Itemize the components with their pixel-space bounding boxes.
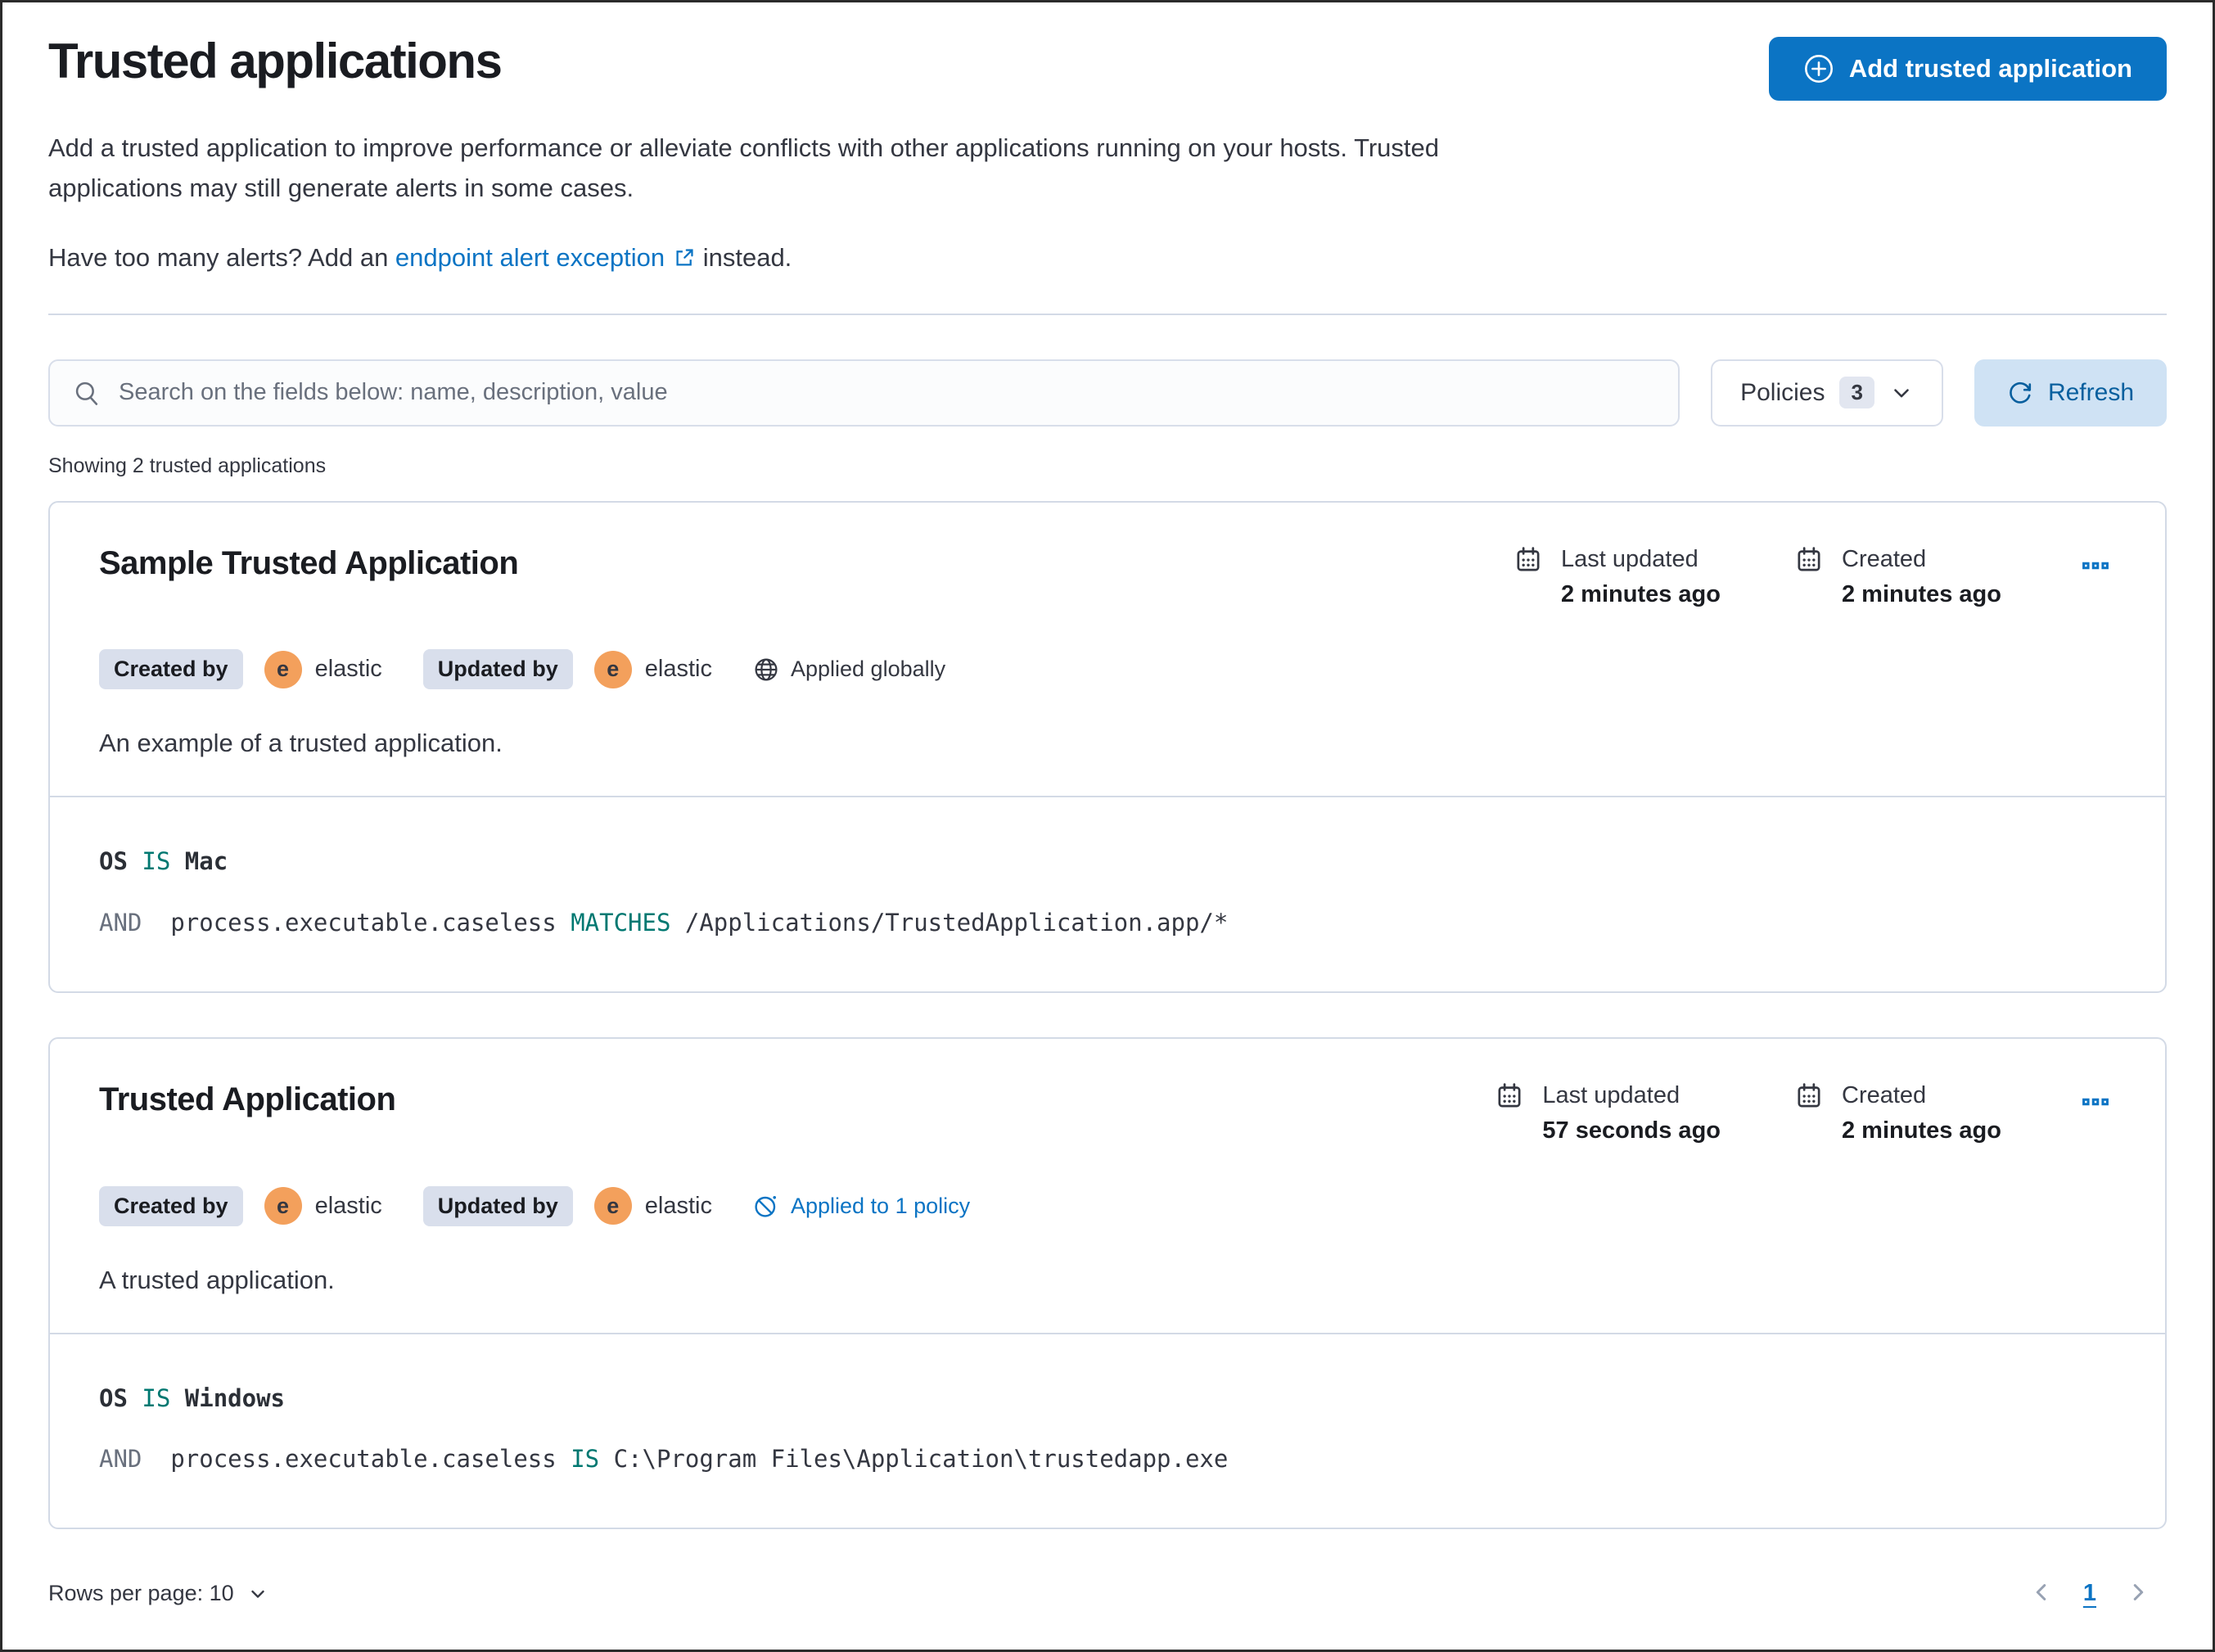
next-page-button[interactable] bbox=[2121, 1575, 2155, 1612]
last-updated-label: Last updated bbox=[1561, 545, 1698, 572]
avatar: e bbox=[264, 650, 302, 688]
card-conditions: OS IS Mac AND process.executable.caseles… bbox=[50, 797, 2165, 991]
card-title: Trusted Application bbox=[99, 1081, 396, 1117]
plus-circle-icon bbox=[1803, 53, 1834, 84]
partial-policy-icon bbox=[753, 1193, 779, 1219]
card-badge-row: Created by e elastic Updated by e elasti… bbox=[99, 649, 2116, 690]
chevron-down-icon bbox=[247, 1583, 268, 1605]
created-block: Created 2 minutes ago bbox=[1794, 1080, 2001, 1150]
chevron-down-icon bbox=[1889, 381, 1914, 405]
condition-line: OS IS Mac bbox=[99, 847, 228, 876]
calendar-icon bbox=[1794, 544, 1824, 614]
last-updated-value: 57 seconds ago bbox=[1542, 1117, 1721, 1144]
created-block: Created 2 minutes ago bbox=[1794, 544, 2001, 614]
policies-filter-button[interactable]: Policies 3 bbox=[1711, 359, 1943, 427]
rows-per-page-label: Rows per page: 10 bbox=[48, 1581, 234, 1605]
scope-label: Applied to 1 policy bbox=[790, 1193, 971, 1218]
refresh-label: Refresh bbox=[2047, 378, 2134, 406]
condition-line: OS IS Windows bbox=[99, 1383, 285, 1412]
condition-line: AND process.executable.caseless IS C:\Pr… bbox=[99, 1444, 1229, 1473]
card-actions-menu-button[interactable] bbox=[2075, 545, 2116, 589]
trusted-app-card: Sample Trusted Application Last updated … bbox=[48, 500, 2167, 993]
created-by-user: e elastic bbox=[264, 1187, 382, 1225]
card-top-section: Sample Trusted Application Last updated … bbox=[50, 503, 2165, 797]
card-description: An example of a trusted application. bbox=[99, 729, 503, 758]
policies-count-badge: 3 bbox=[1839, 377, 1874, 409]
page-header: Trusted applications Add trusted applica… bbox=[48, 32, 2167, 101]
chevron-left-icon bbox=[2029, 1580, 2054, 1605]
updated-by-user: e elastic bbox=[593, 650, 712, 688]
globe-icon bbox=[753, 657, 779, 683]
created-value: 2 minutes ago bbox=[1842, 1117, 2001, 1144]
avatar: e bbox=[593, 650, 632, 688]
trusted-app-card: Trusted Application Last updated 57 seco… bbox=[48, 1036, 2167, 1529]
card-meta: Last updated 57 seconds ago Created 2 mi… bbox=[1495, 1080, 2001, 1150]
card-actions-menu-button[interactable] bbox=[2075, 1081, 2116, 1125]
external-link-icon bbox=[673, 246, 696, 269]
created-label: Created bbox=[1842, 1081, 1927, 1108]
search-box[interactable] bbox=[48, 359, 1680, 427]
page-number-button[interactable]: 1 bbox=[2083, 1580, 2096, 1607]
pagination: 1 bbox=[2024, 1575, 2155, 1612]
last-updated-block: Last updated 2 minutes ago bbox=[1514, 544, 1721, 614]
trusted-applications-page: Trusted applications Add trusted applica… bbox=[0, 0, 2215, 1652]
card-meta: Last updated 2 minutes ago Created 2 min… bbox=[1514, 544, 2001, 614]
updated-by-badge: Updated by bbox=[422, 649, 573, 690]
add-trusted-application-label: Add trusted application bbox=[1848, 54, 2132, 83]
last-updated-block: Last updated 57 seconds ago bbox=[1495, 1080, 1721, 1150]
toolbar: Policies 3 Refresh bbox=[48, 359, 2167, 427]
condition-line: AND process.executable.caseless MATCHES … bbox=[99, 908, 1229, 937]
chevron-right-icon bbox=[2126, 1580, 2150, 1605]
page-title: Trusted applications bbox=[48, 34, 503, 88]
created-label: Created bbox=[1842, 545, 1927, 572]
avatar: e bbox=[264, 1187, 302, 1225]
last-updated-label: Last updated bbox=[1542, 1081, 1680, 1108]
card-top-section: Trusted Application Last updated 57 seco… bbox=[50, 1039, 2165, 1333]
updated-by-user: e elastic bbox=[593, 1187, 712, 1225]
calendar-icon bbox=[1514, 544, 1543, 614]
card-badge-row: Created by e elastic Updated by e elasti… bbox=[99, 1185, 2116, 1226]
refresh-button[interactable]: Refresh bbox=[1974, 359, 2167, 427]
page-description: Add a trusted application to improve per… bbox=[48, 133, 1440, 202]
boxes-horizontal-icon bbox=[2082, 552, 2109, 580]
scope-indicator: Applied globally bbox=[753, 657, 945, 683]
last-updated-value: 2 minutes ago bbox=[1561, 581, 1721, 608]
boxes-horizontal-icon bbox=[2082, 1088, 2109, 1116]
updated-by-badge: Updated by bbox=[422, 1185, 573, 1226]
card-description: A trusted application. bbox=[99, 1265, 335, 1294]
calendar-icon bbox=[1495, 1080, 1524, 1150]
created-by-badge: Created by bbox=[99, 1185, 243, 1226]
section-divider bbox=[48, 313, 2167, 315]
list-footer: Rows per page: 10 1 bbox=[48, 1575, 2167, 1645]
alerts-prompt-suffix: instead. bbox=[696, 242, 792, 272]
card-title: Sample Trusted Application bbox=[99, 544, 519, 581]
policies-label: Policies bbox=[1740, 378, 1825, 406]
results-summary: Showing 2 trusted applications bbox=[48, 454, 327, 477]
previous-page-button[interactable] bbox=[2024, 1575, 2059, 1612]
created-by-user: e elastic bbox=[264, 650, 382, 688]
endpoint-alert-exception-link[interactable]: endpoint alert exception bbox=[395, 243, 696, 273]
alerts-prompt-prefix: Have too many alerts? Add an bbox=[48, 242, 395, 272]
refresh-icon bbox=[2007, 380, 2033, 406]
search-icon bbox=[73, 379, 101, 407]
avatar: e bbox=[593, 1187, 632, 1225]
applied-policies-link[interactable]: Applied to 1 policy bbox=[753, 1193, 970, 1219]
calendar-icon bbox=[1794, 1080, 1824, 1150]
card-conditions: OS IS Windows AND process.executable.cas… bbox=[50, 1334, 2165, 1528]
rows-per-page-button[interactable]: Rows per page: 10 bbox=[48, 1581, 268, 1606]
created-value: 2 minutes ago bbox=[1842, 581, 2001, 608]
created-by-badge: Created by bbox=[99, 649, 243, 690]
search-input[interactable] bbox=[119, 379, 1656, 407]
scope-label: Applied globally bbox=[790, 657, 946, 682]
add-trusted-application-button[interactable]: Add trusted application bbox=[1768, 37, 2167, 101]
alerts-prompt: Have too many alerts? Add an endpoint al… bbox=[48, 243, 2167, 273]
